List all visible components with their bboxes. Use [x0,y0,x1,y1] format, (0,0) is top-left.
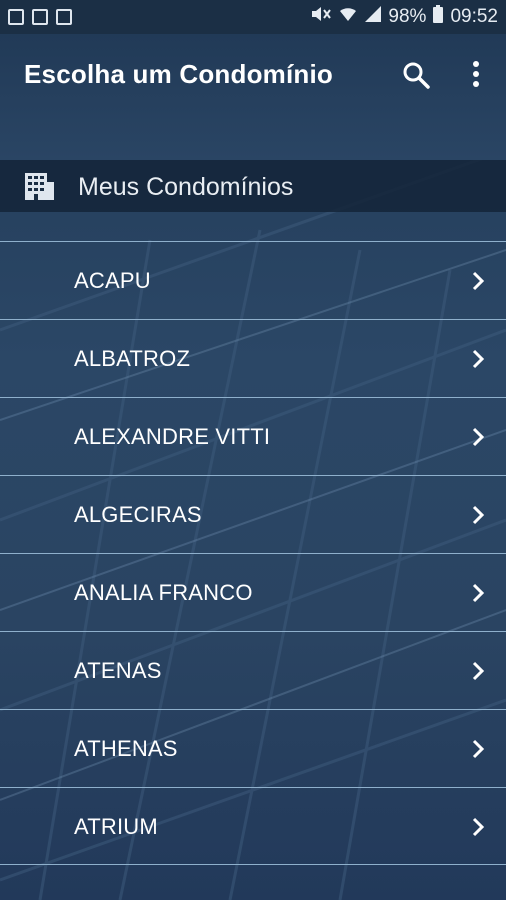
list-item[interactable]: ATENAS [0,631,506,709]
notification-icons [8,9,72,25]
search-icon[interactable] [402,61,430,89]
condominio-list: ACAPU ALBATROZ ALEXANDRE VITTI ALGECIRAS… [0,241,506,865]
list-item-label: ANALIA FRANCO [74,580,253,605]
chevron-right-icon [472,583,485,603]
more-vert-icon[interactable] [466,60,486,90]
chevron-right-icon [472,661,485,681]
list-item-label: ATENAS [74,658,162,683]
list-item-label: ALGECIRAS [74,502,202,527]
list-item-label: ALEXANDRE VITTI [74,424,271,449]
list-item[interactable]: ATRIUM [0,787,506,865]
app-bar: Escolha um Condomínio [0,34,506,160]
wifi-icon [338,5,358,29]
list-item[interactable]: ALGECIRAS [0,475,506,553]
mute-icon [310,5,332,29]
list-item[interactable]: ANALIA FRANCO [0,553,506,631]
list-item-label: ALBATROZ [74,346,191,371]
section-header: Meus Condomínios [0,160,506,212]
chevron-right-icon [472,817,485,837]
chevron-right-icon [472,739,485,759]
list-item-label: ACAPU [74,268,151,293]
chevron-right-icon [472,505,485,525]
status-bar: 98% 09:52 [0,0,506,34]
list-item[interactable]: ACAPU [0,241,506,319]
list-item[interactable]: ALEXANDRE VITTI [0,397,506,475]
list-item-label: ATHENAS [74,736,178,761]
battery-percent: 98% [388,6,427,27]
page-title: Escolha um Condomínio [24,59,333,89]
list-item-label: ATRIUM [74,814,158,839]
section-title: Meus Condomínios [78,173,294,201]
photo-icon [32,9,48,25]
clock: 09:52 [450,6,498,27]
chevron-right-icon [472,271,485,291]
chevron-right-icon [472,349,485,369]
image-icon [56,9,72,25]
battery-icon [432,4,444,30]
gallery-icon [8,9,24,25]
list-item[interactable]: ALBATROZ [0,319,506,397]
building-icon [22,170,56,202]
list-item[interactable]: ATHENAS [0,709,506,787]
signal-icon [364,5,382,29]
chevron-right-icon [472,427,485,447]
